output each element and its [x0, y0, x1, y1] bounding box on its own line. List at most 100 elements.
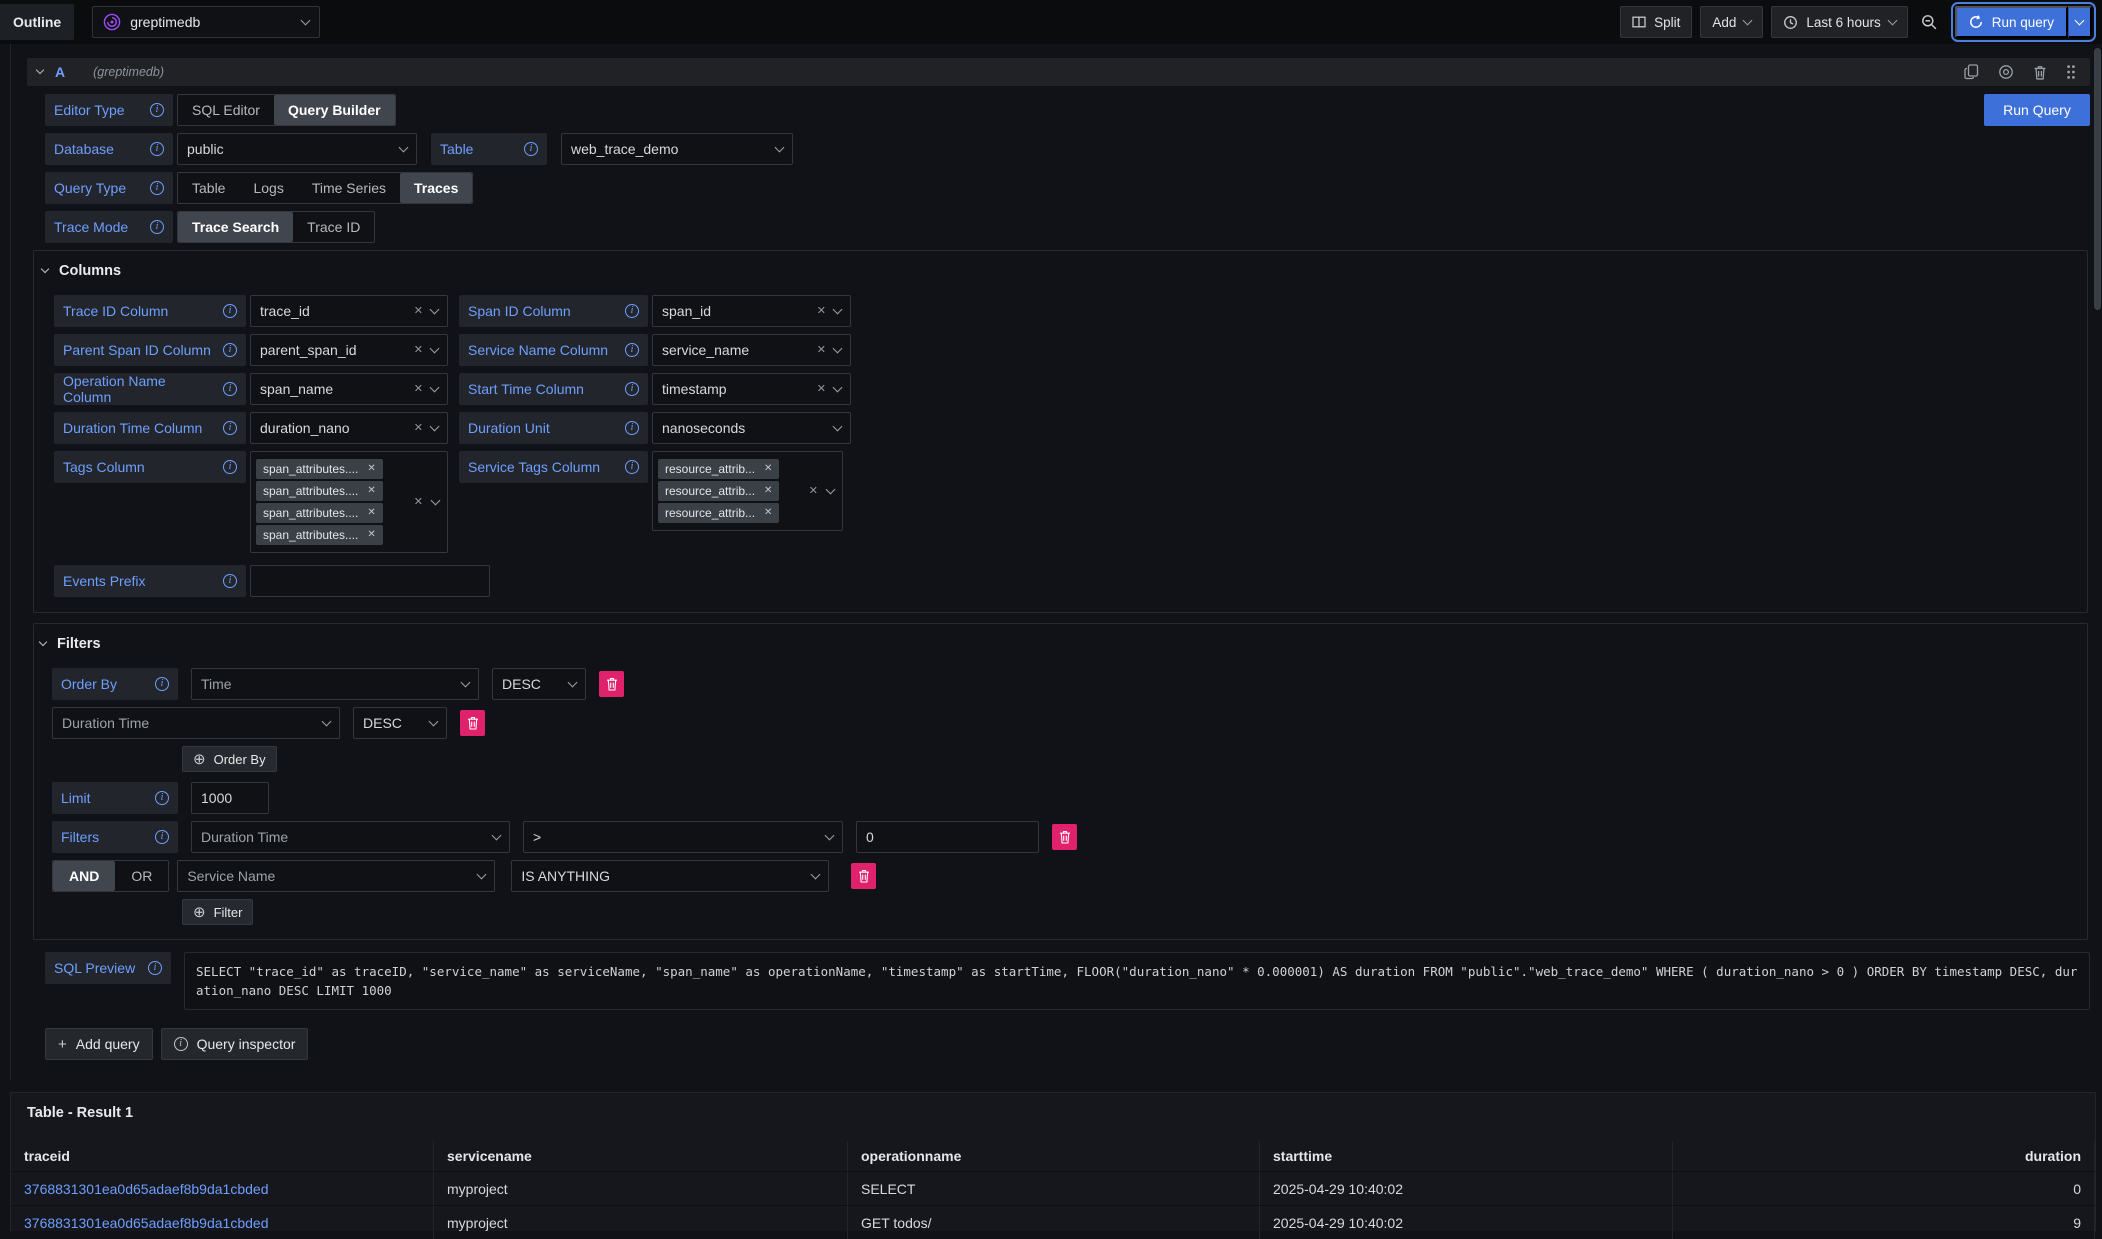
outline-toggle-button[interactable]: Outline — [0, 4, 74, 40]
add-button[interactable]: Add — [1700, 6, 1763, 38]
order-by-field-select[interactable]: Time — [191, 668, 479, 700]
info-icon[interactable] — [223, 304, 237, 318]
trace-id-column-select[interactable]: trace_id✕ — [250, 295, 448, 327]
option-sql-editor[interactable]: SQL Editor — [178, 95, 274, 125]
option-trace-id[interactable]: Trace ID — [293, 212, 374, 242]
clear-all-icon[interactable]: ✕ — [414, 497, 423, 508]
option-table[interactable]: Table — [178, 173, 239, 203]
datasource-picker[interactable]: greptimedb — [92, 6, 320, 38]
clear-icon[interactable]: ✕ — [414, 423, 423, 434]
time-range-picker[interactable]: Last 6 hours — [1771, 6, 1907, 38]
option-query-builder[interactable]: Query Builder — [274, 95, 395, 125]
limit-input[interactable] — [191, 782, 269, 814]
service-tags-column-multiselect[interactable]: resource_attrib...✕ resource_attrib...✕ … — [652, 451, 843, 531]
header-cell-starttime[interactable]: starttime — [1260, 1141, 1673, 1171]
add-filter-button[interactable]: ⊕Filter — [182, 899, 253, 925]
remove-chip-icon[interactable]: ✕ — [764, 508, 772, 518]
remove-chip-icon[interactable]: ✕ — [764, 486, 772, 496]
info-icon[interactable] — [625, 304, 639, 318]
info-icon[interactable] — [223, 421, 237, 435]
remove-chip-icon[interactable]: ✕ — [367, 464, 375, 474]
remove-filter-button[interactable] — [851, 863, 876, 889]
info-icon[interactable] — [155, 830, 169, 844]
start-time-column-select[interactable]: timestamp✕ — [652, 373, 851, 405]
header-cell-servicename[interactable]: servicename — [434, 1141, 848, 1171]
remove-order-by-button[interactable] — [460, 710, 485, 736]
run-query-button[interactable]: Run query — [1955, 6, 2068, 38]
info-icon[interactable] — [150, 103, 164, 117]
query-row-header[interactable]: A (greptimedb) — [27, 58, 2090, 86]
filter-operator-select[interactable]: IS ANYTHING — [511, 860, 829, 892]
filter-field-select[interactable]: Service Name — [177, 860, 495, 892]
info-icon[interactable] — [155, 677, 169, 691]
run-query-inline-button[interactable]: Run Query — [1984, 94, 2090, 126]
info-icon[interactable] — [223, 460, 237, 474]
info-icon[interactable] — [150, 142, 164, 156]
filter-operator-select[interactable]: > — [523, 821, 843, 853]
info-icon[interactable] — [524, 142, 538, 156]
remove-filter-button[interactable] — [1052, 824, 1077, 850]
info-icon[interactable] — [625, 421, 639, 435]
header-cell-operationname[interactable]: operationname — [848, 1141, 1260, 1171]
query-inspector-button[interactable]: Query inspector — [161, 1028, 309, 1060]
span-id-column-select[interactable]: span_id✕ — [652, 295, 851, 327]
remove-chip-icon[interactable]: ✕ — [367, 486, 375, 496]
clear-icon[interactable]: ✕ — [414, 384, 423, 395]
duration-time-column-select[interactable]: duration_nano✕ — [250, 412, 448, 444]
remove-order-by-button[interactable] — [599, 671, 624, 697]
clear-icon[interactable]: ✕ — [817, 384, 826, 395]
info-icon[interactable] — [625, 382, 639, 396]
filters-section-header[interactable]: Filters — [40, 636, 2075, 652]
option-and[interactable]: AND — [53, 861, 115, 891]
order-by-direction-select[interactable]: DESC — [353, 707, 447, 739]
trace-link[interactable]: 3768831301ea0d65adaef8b9da1cbded — [24, 1181, 268, 1197]
run-query-options-button[interactable] — [2068, 6, 2092, 38]
info-icon[interactable] — [625, 343, 639, 357]
trace-link[interactable]: 3768831301ea0d65adaef8b9da1cbded — [24, 1215, 268, 1231]
clear-icon[interactable]: ✕ — [817, 306, 826, 317]
table-select[interactable]: web_trace_demo — [561, 133, 793, 165]
filter-field-select[interactable]: Duration Time — [191, 821, 510, 853]
add-query-button[interactable]: + Add query — [45, 1028, 153, 1060]
clear-icon[interactable]: ✕ — [414, 345, 423, 356]
option-or[interactable]: OR — [115, 861, 168, 891]
filter-value-input[interactable] — [856, 821, 1039, 853]
option-trace-search[interactable]: Trace Search — [178, 212, 293, 242]
split-button[interactable]: Split — [1620, 6, 1692, 38]
parent-span-id-column-select[interactable]: parent_span_id✕ — [250, 334, 448, 366]
service-name-column-select[interactable]: service_name✕ — [652, 334, 851, 366]
columns-section-header[interactable]: Columns — [42, 263, 2075, 279]
events-prefix-input[interactable] — [250, 565, 490, 597]
info-icon[interactable] — [150, 220, 164, 234]
option-time-series[interactable]: Time Series — [298, 173, 400, 203]
database-select[interactable]: public — [177, 133, 417, 165]
clear-icon[interactable]: ✕ — [414, 306, 423, 317]
remove-chip-icon[interactable]: ✕ — [764, 464, 772, 474]
info-icon[interactable] — [148, 961, 162, 975]
order-by-field-select[interactable]: Duration Time — [52, 707, 340, 739]
drag-handle-icon[interactable] — [2066, 64, 2076, 80]
info-icon[interactable] — [223, 343, 237, 357]
scrollbar-thumb[interactable] — [2094, 48, 2101, 310]
info-icon[interactable] — [223, 574, 237, 588]
option-logs[interactable]: Logs — [239, 173, 297, 203]
info-icon[interactable] — [155, 791, 169, 805]
hide-response-icon[interactable] — [1998, 64, 2014, 80]
info-icon[interactable] — [625, 460, 639, 474]
duplicate-query-icon[interactable] — [1964, 64, 1979, 80]
option-traces[interactable]: Traces — [400, 173, 472, 203]
header-cell-duration[interactable]: duration — [1673, 1141, 2095, 1171]
header-cell-traceid[interactable]: traceid — [11, 1141, 434, 1171]
remove-chip-icon[interactable]: ✕ — [367, 508, 375, 518]
info-icon[interactable] — [223, 382, 237, 396]
clear-icon[interactable]: ✕ — [817, 345, 826, 356]
clear-all-icon[interactable]: ✕ — [809, 486, 818, 497]
info-icon[interactable] — [150, 181, 164, 195]
remove-query-icon[interactable] — [2033, 65, 2047, 80]
add-order-by-button[interactable]: ⊕Order By — [182, 746, 277, 772]
tags-column-multiselect[interactable]: span_attributes....✕ span_attributes....… — [250, 451, 448, 553]
zoom-out-icon[interactable] — [1916, 6, 1943, 38]
duration-unit-select[interactable]: nanoseconds — [652, 412, 851, 444]
operation-name-column-select[interactable]: span_name✕ — [250, 373, 448, 405]
order-by-direction-select[interactable]: DESC — [492, 668, 586, 700]
